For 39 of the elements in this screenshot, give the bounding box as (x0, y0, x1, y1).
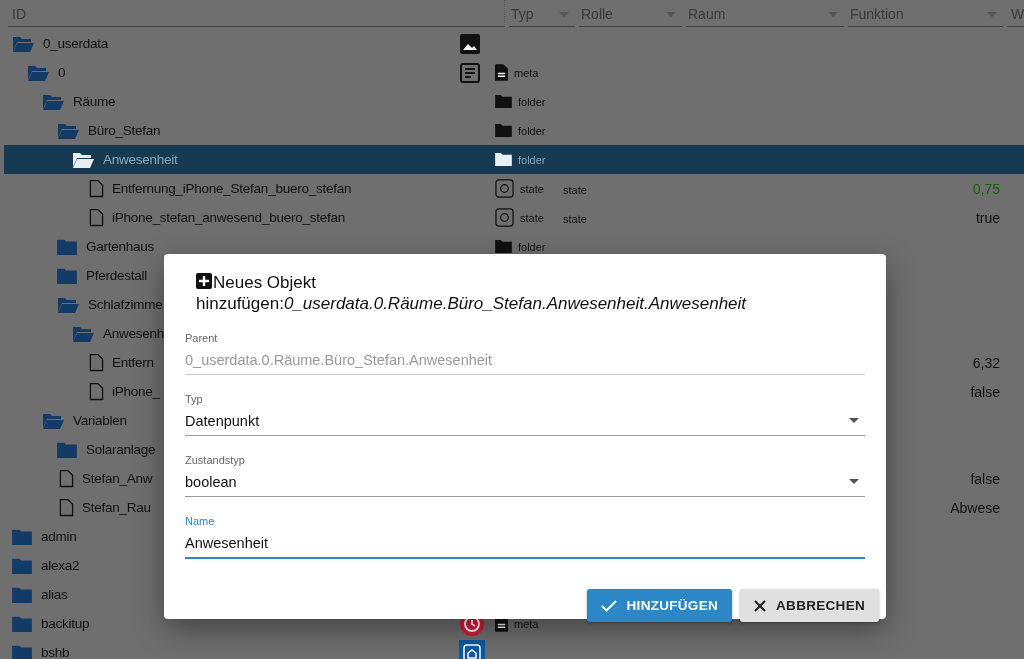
object-type: folder (518, 240, 546, 253)
object-name: iPhone_stefan_anwesend_buero_stefan (112, 210, 345, 225)
object-type: meta (514, 66, 539, 79)
object-name: Gartenhaus (86, 239, 155, 254)
object-type: state (520, 211, 544, 224)
object-name: Pferdestall (86, 268, 148, 283)
object-value: Abwese (950, 499, 1000, 516)
object-name: Stefan_Rau (82, 500, 151, 515)
object-name: Anwesenheit (103, 152, 178, 167)
object-name: Räume (73, 94, 116, 109)
object-role: state (563, 212, 587, 225)
object-value: false (970, 383, 1000, 400)
object-name: Variablen (73, 413, 127, 428)
object-type: folder (518, 95, 546, 108)
object-value: 6,32 (972, 354, 1000, 371)
object-value: false (970, 470, 1000, 487)
object-name: Büro_Stefan (88, 123, 161, 138)
object-name: backitup (41, 616, 90, 631)
object-name: alexa2 (41, 558, 80, 573)
object-type: meta (514, 617, 539, 630)
object-name: admin (41, 529, 77, 544)
object-name: Entfernung_iPhone_Stefan_buero_stefan (112, 181, 352, 196)
object-name: bshb (41, 645, 70, 659)
object-name: Anwesenh (103, 326, 165, 341)
object-name: 0 (58, 65, 66, 80)
object-name: Stefan_Anw (82, 471, 153, 486)
object-type: state (520, 182, 544, 195)
object-name: 0_userdata (43, 36, 109, 51)
object-name: iPhone_ (112, 384, 160, 399)
dialog-title: Neues Objekt hinzufügen:0_userdata.0.Räume.Büro_Stefan.Anwesenheit.Anwesenheit (195, 272, 748, 314)
object-value: true (975, 209, 1000, 226)
object-type: folder (518, 124, 546, 137)
object-name: alias (41, 587, 68, 602)
object-name: Solaranlage (86, 442, 156, 457)
object-role: state (563, 183, 587, 196)
object-value: 0,75 (972, 180, 1000, 197)
object-name: Entfern (112, 355, 154, 370)
object-name: Schlafzimme (88, 297, 163, 312)
object-type: folder (518, 153, 546, 166)
